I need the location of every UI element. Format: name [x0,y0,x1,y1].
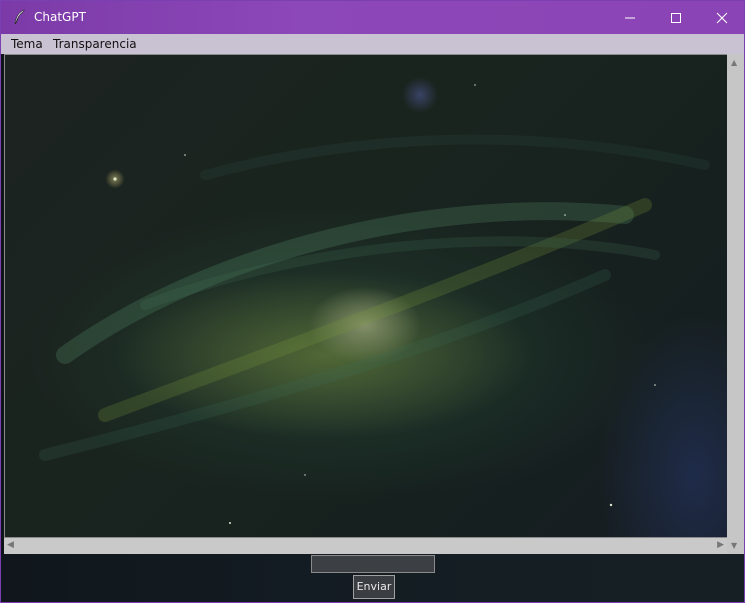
maximize-button[interactable] [653,1,699,34]
minimize-button[interactable] [607,1,653,34]
horizontal-scrollbar[interactable]: ◀ ▶ [4,538,727,554]
window-title: ChatGPT [34,10,86,24]
title-bar[interactable]: ChatGPT [1,1,744,34]
scroll-up-icon[interactable]: ▲ [731,58,737,67]
input-area: Enviar [1,554,744,602]
message-input[interactable] [311,555,435,573]
app-window: ChatGPT Tema Transparencia ▲ ▼ ◀ ▶ Envia… [0,0,745,603]
scroll-right-icon[interactable]: ▶ [717,540,724,550]
scroll-down-icon[interactable]: ▼ [731,541,737,550]
maximize-icon [671,12,681,23]
scroll-left-icon[interactable]: ◀ [7,540,14,550]
minimize-icon [625,17,635,18]
vertical-scrollbar[interactable]: ▲ ▼ [727,54,744,554]
chat-display-area[interactable] [4,54,728,538]
menu-bar: Tema Transparencia [1,34,744,54]
galaxy-background [39,84,710,524]
feather-icon [12,9,28,25]
menu-item-transparencia[interactable]: Transparencia [53,37,137,51]
close-button[interactable] [699,1,745,34]
menu-item-tema[interactable]: Tema [11,37,43,51]
send-button[interactable]: Enviar [353,575,395,599]
close-icon [716,12,728,23]
